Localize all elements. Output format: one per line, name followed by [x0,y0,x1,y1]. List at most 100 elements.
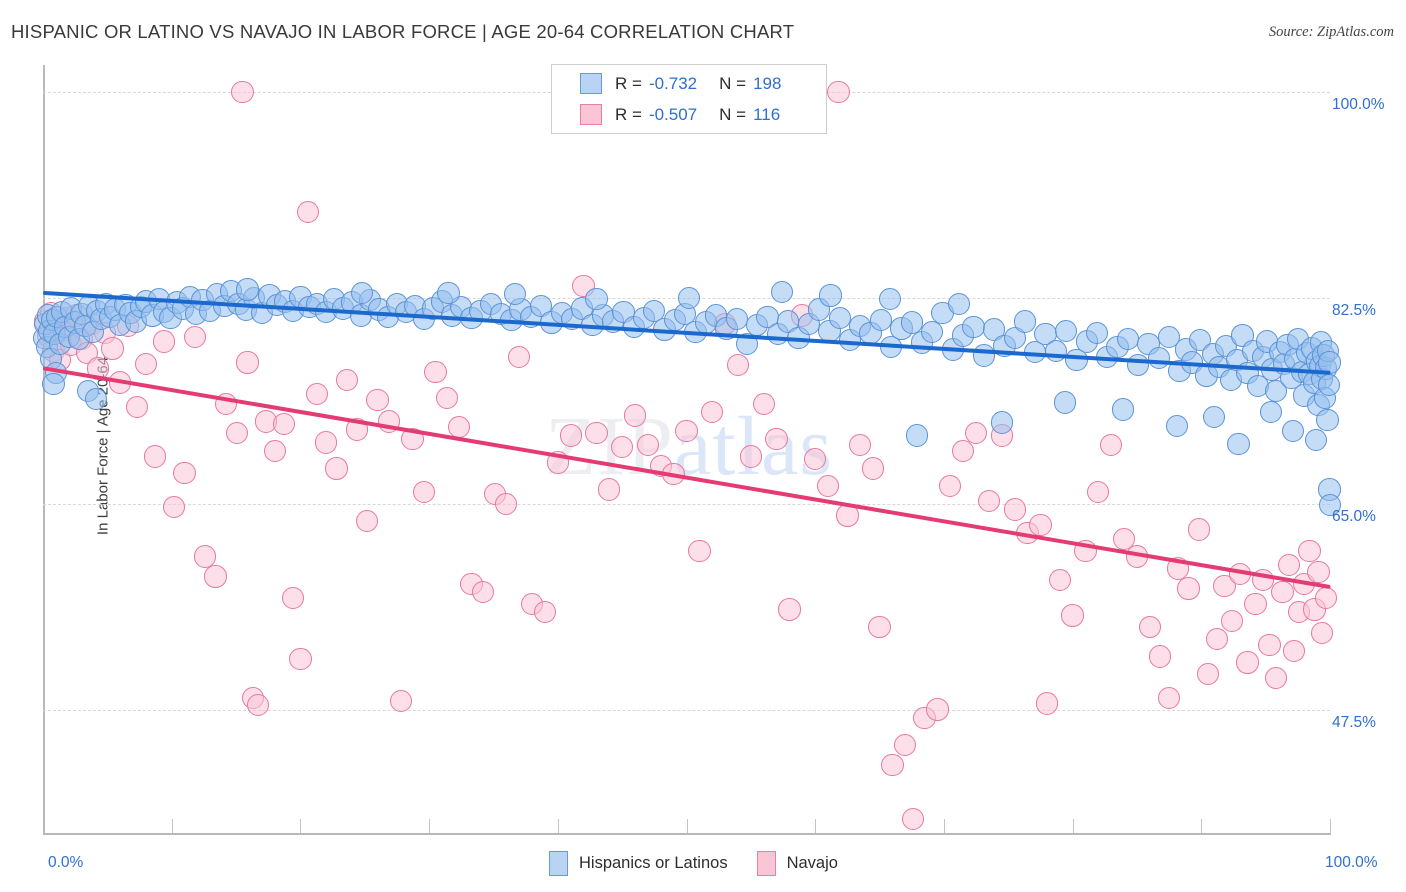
r-value-navajo: -0.507 [648,104,698,124]
data-point [827,80,850,104]
data-point [849,433,872,457]
n-label: N = [719,73,747,93]
data-point [1053,391,1077,414]
data-point [921,320,944,344]
series-legend-item-navajo[interactable]: Navajo [756,851,838,876]
stats-legend-row: R = -0.507 N = 116 [580,102,826,128]
data-point [1271,580,1294,604]
data-point [688,539,711,562]
data-point [281,586,304,609]
x-axis-tick [171,819,173,833]
data-point [125,396,149,419]
x-axis-start-label: 0.0% [48,854,84,871]
data-point [437,282,460,305]
data-point [1221,610,1244,633]
data-point [1003,498,1026,521]
data-point [435,386,459,409]
data-point [1281,419,1304,442]
data-point [314,431,338,454]
data-point [585,287,608,311]
data-point [881,753,904,776]
data-point [325,457,348,480]
data-point [412,480,436,504]
data-point [143,445,167,468]
data-point [1317,373,1340,397]
page-title: HISPANIC OR LATINO VS NAVAJO IN LABOR FO… [11,21,795,42]
data-point [598,478,621,501]
data-point [356,510,379,533]
data-point [236,278,259,301]
x-axis-tick [1072,819,1074,833]
data-point [134,352,158,375]
data-point [1165,414,1188,438]
data-point [1304,429,1327,452]
data-point [1087,480,1110,504]
data-point [163,496,186,519]
data-point [878,287,901,311]
data-point [1148,645,1172,668]
series-legend-item-hispanics[interactable]: Hispanics or Latinos [549,851,728,876]
series-legend-label: Hispanics or Latinos [579,854,728,872]
data-point [1205,627,1228,651]
data-point [1138,616,1161,639]
x-axis-tick [557,819,559,833]
data-point [508,345,531,368]
data-point [894,733,917,756]
y-axis-label: 47.5% [1332,713,1376,731]
data-point [1244,592,1267,615]
n-label: N = [719,104,747,124]
series-legend: Hispanics or Latinos Navajo [549,851,867,876]
data-point [1316,409,1339,432]
source-attribution: Source: ZipAtlas.com [1268,24,1394,40]
watermark: ZIPatlas [545,398,833,495]
data-point [778,598,801,621]
data-point [677,286,701,310]
data-point [636,433,660,457]
data-point [263,439,286,462]
data-point [816,474,840,498]
data-point [289,647,312,671]
data-point [1100,433,1123,457]
data-point [701,400,724,424]
plot-area: ZIPatlas [33,65,1342,833]
data-point [948,292,971,315]
legend-swatch-navajo-icon [580,104,602,125]
x-axis-tick [943,819,945,833]
data-point [819,284,842,307]
data-point [1116,327,1140,351]
data-point [905,424,929,447]
legend-swatch-hispanics-icon [580,73,602,94]
data-point [972,344,995,367]
data-point [726,353,750,377]
data-point [1085,322,1109,345]
r-label: R = [615,104,642,124]
data-point [868,616,891,639]
data-point [869,309,892,332]
data-point [1035,692,1059,715]
data-point [231,80,254,104]
data-point [1111,398,1134,421]
n-value-navajo: 116 [753,104,781,124]
n-value-hispanics: 198 [753,73,782,93]
data-point [1044,339,1068,362]
data-point [1259,400,1282,424]
data-point [84,387,107,411]
data-point [226,421,249,445]
x-axis-tick [815,819,817,833]
data-point [1061,604,1084,627]
series-swatch-navajo-icon [756,851,776,876]
data-point [42,372,65,395]
data-point [1258,633,1281,656]
data-point [675,419,698,442]
data-point [152,330,176,353]
series-swatch-hispanics-icon [549,851,568,876]
x-axis-tick [1330,819,1331,833]
data-point [926,698,949,721]
x-axis-tick [686,819,688,833]
data-point [1157,686,1181,709]
data-point [272,412,295,435]
data-point [977,490,1001,513]
data-point [236,351,259,374]
data-point [939,474,962,498]
x-axis-end-label: 100.0% [1325,854,1378,871]
